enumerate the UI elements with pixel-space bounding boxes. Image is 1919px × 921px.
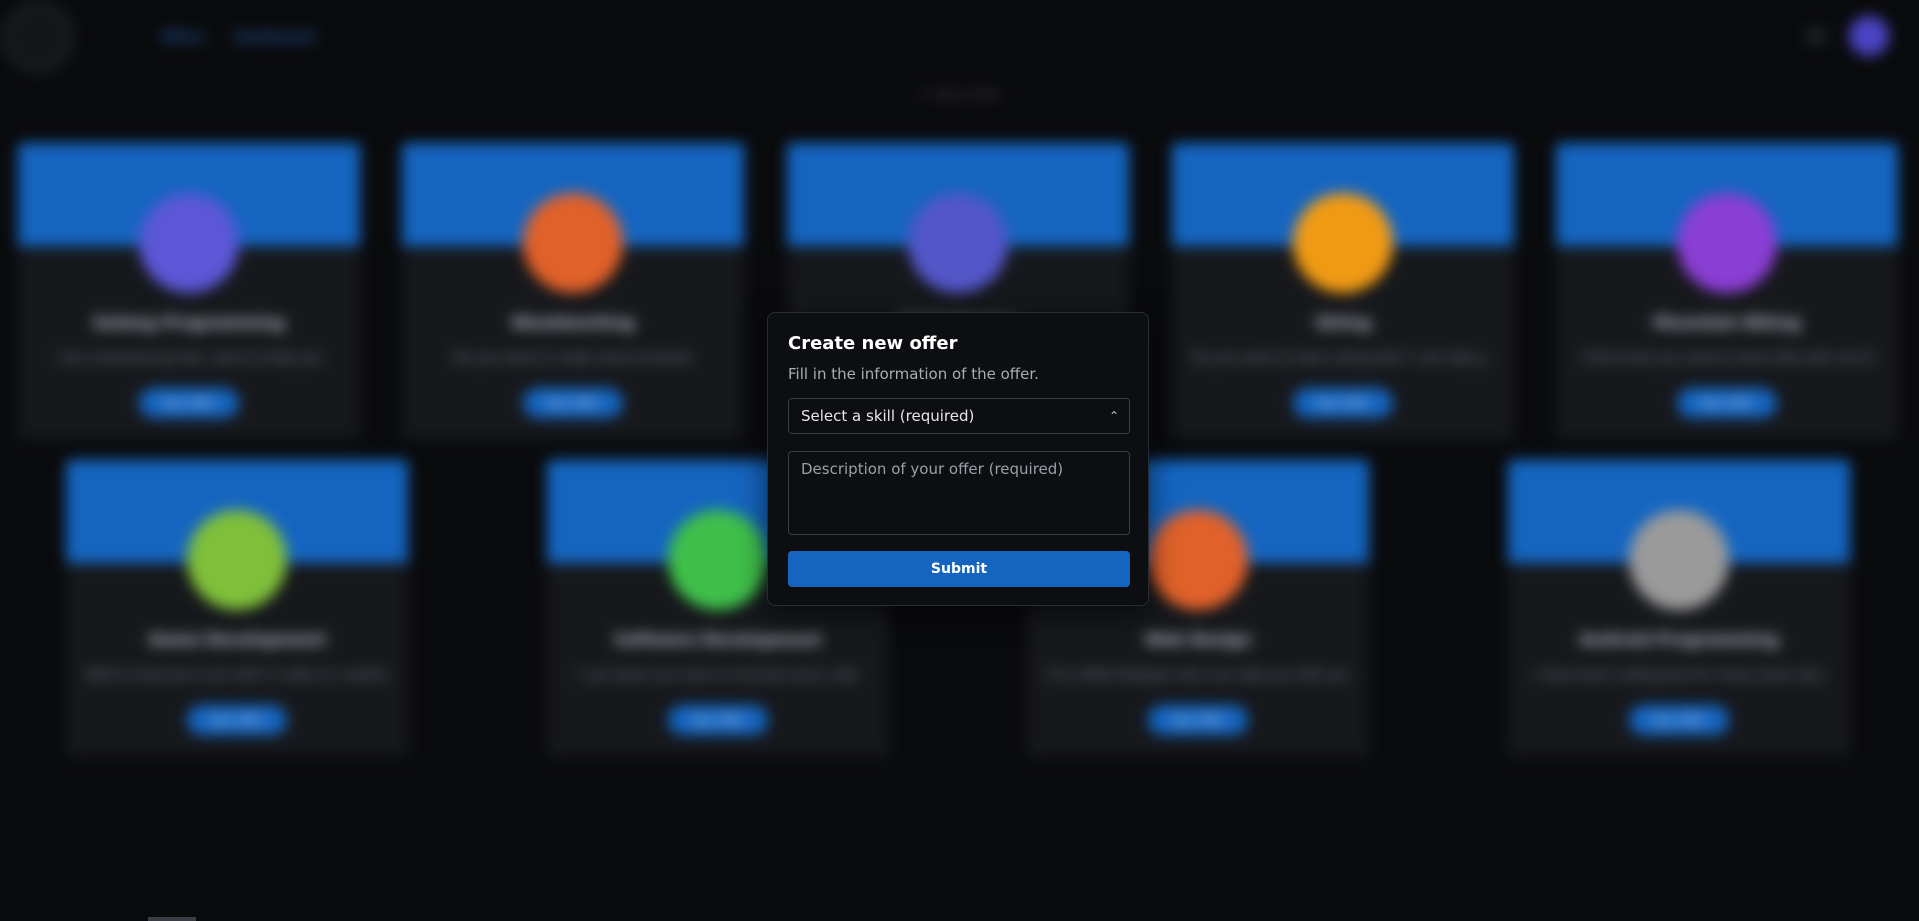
offer-card: Mountain Biking I think that you need to …	[1556, 143, 1898, 439]
skill-emblem-icon	[139, 193, 239, 293]
skill-emblem-icon	[1629, 510, 1729, 610]
skill-emblem-icon	[1677, 193, 1777, 293]
chevron-up-down-icon: ⌃	[1108, 409, 1119, 423]
see-offer-button[interactable]: See offer	[1148, 705, 1248, 735]
card-title: Android Programming	[1579, 630, 1779, 649]
card-description: I'm a Web Designer who can help you with…	[1047, 668, 1349, 683]
card-title: Software Development	[614, 630, 822, 649]
see-offer-button[interactable]: See offer	[1677, 388, 1777, 418]
skill-select-value: Select a skill (required)	[801, 407, 975, 425]
offer-card: Game Development Want to become a pro wit…	[66, 460, 408, 756]
see-offer-button[interactable]: See offer	[1629, 705, 1729, 735]
skill-emblem-icon	[1293, 193, 1393, 293]
dialog-title: Create new offer	[788, 333, 958, 354]
card-description: Do you want to make some furniture	[453, 351, 693, 366]
skill-emblem-icon	[187, 510, 287, 610]
card-description: I can teach you how to structure your co…	[577, 668, 859, 683]
skill-select[interactable]: Select a skill (required) ⌃	[788, 398, 1130, 434]
top-nav: Offers Dashboard	[160, 28, 340, 46]
card-title: Game Development	[148, 630, 326, 649]
see-offer-button[interactable]: See offer	[668, 705, 768, 735]
card-description: I am a backend go dev, want to help you	[56, 351, 322, 366]
card-title: Woodworking	[511, 313, 635, 332]
card-title: Mountain Biking	[1653, 313, 1801, 332]
card-title: Skiing	[1315, 313, 1371, 332]
see-offer-button[interactable]: See offer	[523, 388, 623, 418]
app-logo[interactable]	[4, 3, 72, 71]
description-textarea[interactable]: Description of your offer (required)	[788, 451, 1130, 535]
notification-icon[interactable]	[1807, 27, 1825, 45]
nav-item-offers[interactable]: Offers	[160, 28, 205, 46]
avatar[interactable]	[1849, 16, 1889, 56]
skill-emblem-icon	[523, 193, 623, 293]
offer-card: Woodworking Do you want to make some furn…	[402, 143, 744, 439]
skill-emblem-icon	[1148, 510, 1248, 610]
skill-emblem-icon	[668, 510, 768, 610]
create-offer-dialog: Create new offer Fill in the information…	[767, 312, 1149, 606]
nav-item-dashboard[interactable]: Dashboard	[234, 28, 315, 46]
see-offer-button[interactable]: See offer	[139, 388, 239, 418]
new-offer-button[interactable]: + New offer	[905, 82, 1015, 108]
see-offer-button[interactable]: See offer	[1293, 388, 1393, 418]
offer-card: Android Programming I have been coding ja…	[1508, 460, 1850, 756]
offer-card: Golang Programming I am a backend go dev,…	[18, 143, 360, 439]
card-title: Golang Programming	[93, 313, 285, 332]
card-title: Web Design	[1144, 630, 1252, 649]
card-description: I think that you need to learn bike with…	[1579, 351, 1875, 366]
skill-emblem-icon	[908, 193, 1008, 293]
dialog-subtitle: Fill in the information of the offer.	[788, 365, 1039, 383]
see-offer-button[interactable]: See offer	[187, 705, 287, 735]
offer-card: Skiing Do you want to learn skiing fast? …	[1172, 143, 1514, 439]
horizontal-scrollbar[interactable]	[148, 917, 196, 921]
submit-button[interactable]: Submit	[788, 551, 1130, 587]
card-description: Want to become a pro with in video or cr…	[86, 668, 388, 683]
card-description: Do you want to learn skiing fast? I can …	[1192, 351, 1494, 366]
card-description: I have been coding java for many years a…	[1534, 668, 1824, 683]
